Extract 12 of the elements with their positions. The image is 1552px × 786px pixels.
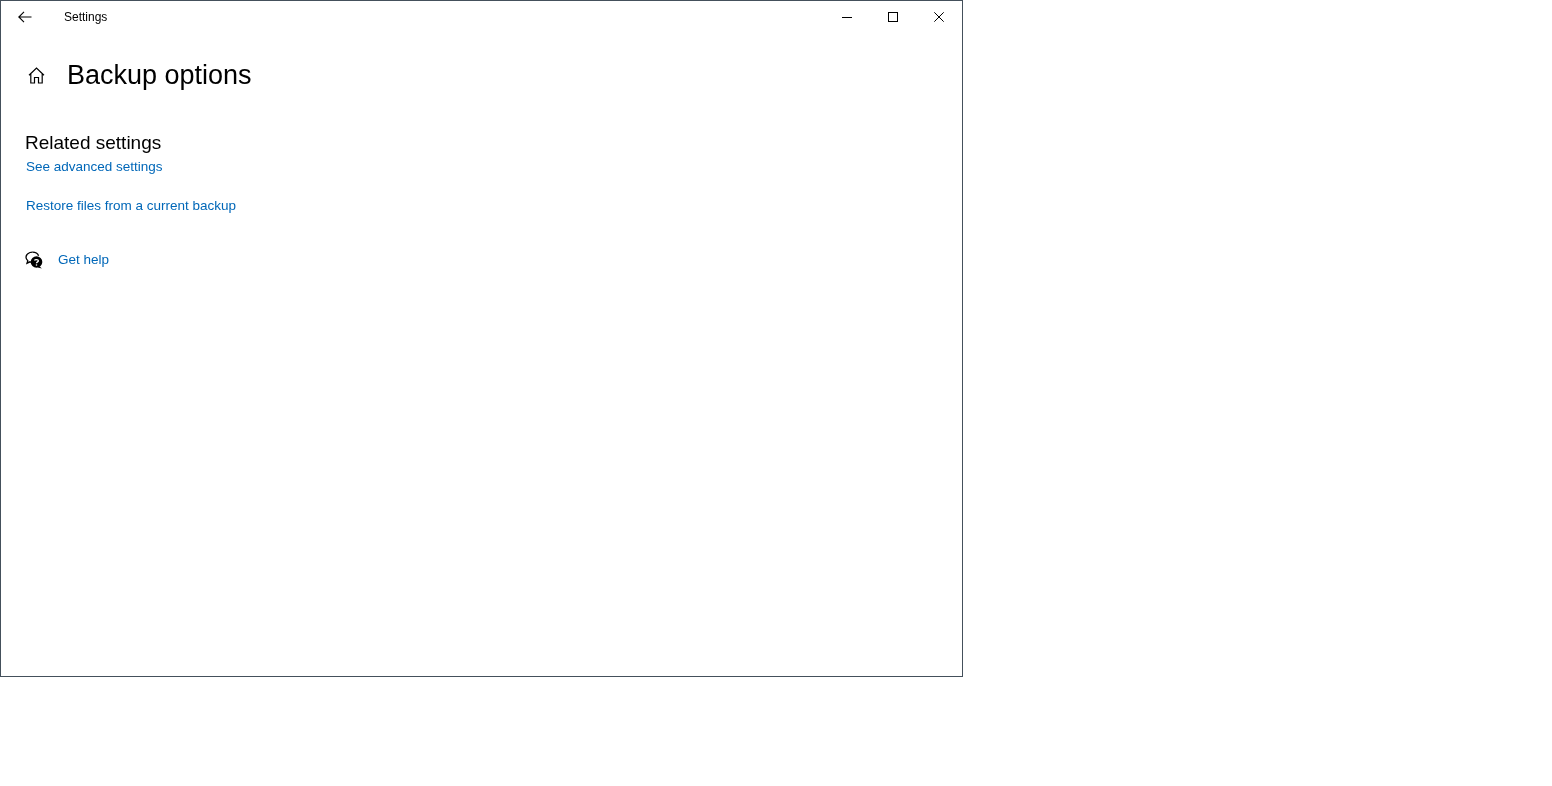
back-arrow-icon [18, 11, 32, 23]
maximize-icon [888, 12, 898, 22]
close-icon [934, 12, 944, 22]
page-title: Backup options [67, 59, 252, 92]
help-chat-icon [25, 251, 43, 269]
settings-link[interactable]: See advanced settings [26, 157, 163, 177]
section-heading: Related settings [25, 131, 162, 155]
get-help-link[interactable]: Get help [58, 250, 110, 270]
window-title: Settings [64, 9, 108, 25]
minimize-icon [842, 16, 852, 18]
home-icon [28, 66, 45, 84]
settings-link[interactable]: Restore files from a current backup [26, 196, 237, 216]
